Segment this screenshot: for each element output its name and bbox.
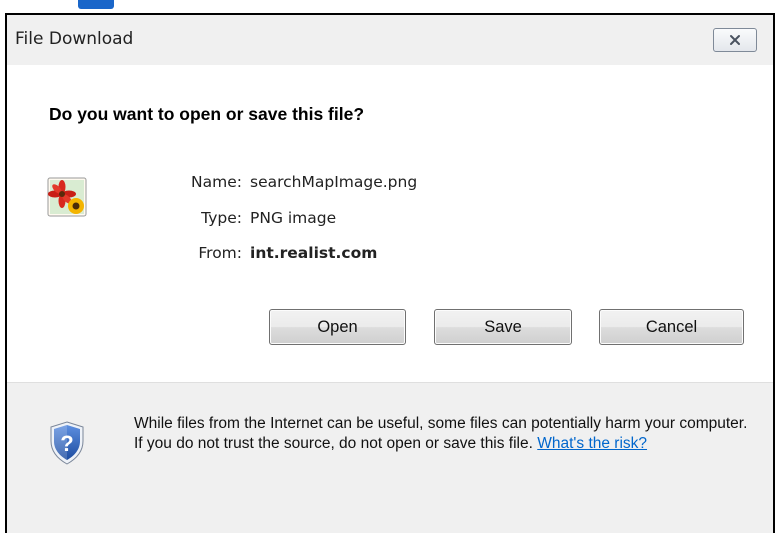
window-title: File Download — [15, 29, 134, 49]
close-icon — [730, 35, 740, 45]
security-footer: ? While files from the Internet can be u… — [7, 383, 773, 533]
file-source-value: int.realist.com — [250, 244, 378, 262]
security-shield-icon: ? — [50, 421, 84, 465]
file-type-label: Type: — [201, 209, 242, 227]
png-image-file-icon — [47, 177, 87, 217]
file-name-label: Name: — [191, 173, 242, 191]
file-name-row: Name: searchMapImage.png — [157, 173, 417, 191]
save-button[interactable]: Save — [434, 309, 572, 345]
security-warning-text: While files from the Internet can be use… — [134, 415, 748, 452]
dialog-question: Do you want to open or save this file? — [49, 104, 365, 124]
cancel-button[interactable]: Cancel — [599, 309, 744, 345]
whats-the-risk-link[interactable]: What's the risk? — [537, 435, 647, 452]
svg-text:?: ? — [60, 431, 73, 456]
file-source-label: From: — [198, 244, 242, 262]
file-type-value: PNG image — [250, 209, 337, 227]
file-name-value: searchMapImage.png — [250, 173, 418, 191]
security-warning: While files from the Internet can be use… — [134, 414, 754, 454]
file-source-row: From: int.realist.com — [157, 244, 377, 262]
close-button[interactable] — [713, 28, 757, 52]
background-window-fragment — [0, 0, 200, 12]
title-bar: File Download — [7, 15, 773, 65]
file-download-dialog: File Download Do you want to open or sav… — [5, 13, 775, 533]
open-button[interactable]: Open — [269, 309, 406, 345]
dialog-content: Do you want to open or save this file? N… — [7, 65, 773, 382]
file-type-row: Type: PNG image — [157, 209, 336, 227]
